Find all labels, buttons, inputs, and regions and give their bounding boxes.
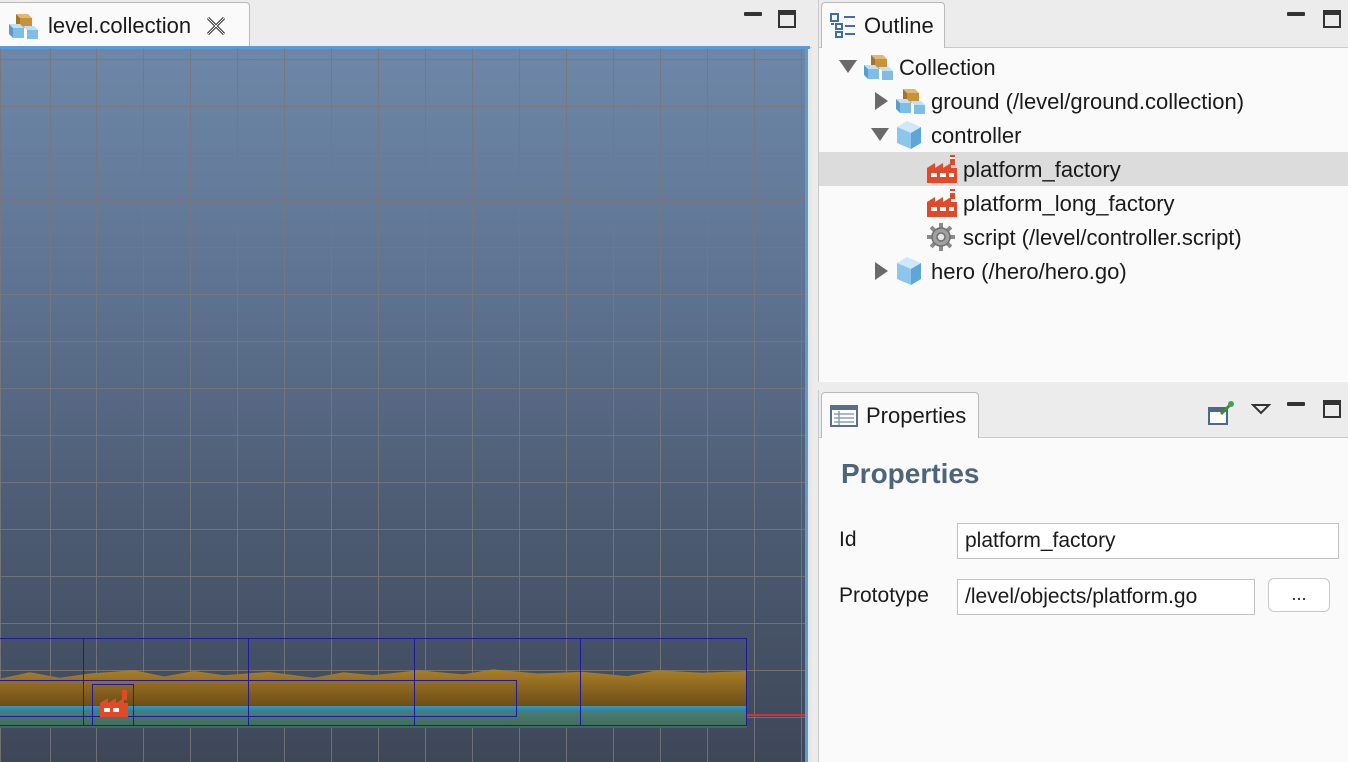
tree-item-label: hero (/hero/hero.go) xyxy=(931,259,1127,284)
editor-pane: level.collection xyxy=(0,0,812,762)
tree-item-label: ground (/level/ground.collection) xyxy=(931,89,1245,114)
prototype-field[interactable] xyxy=(957,579,1255,615)
outline-tree: Collection ground (/level/ground.collect… xyxy=(819,50,1348,288)
id-label: Id xyxy=(839,528,857,551)
minimize-button[interactable] xyxy=(1287,402,1305,406)
collection-icon xyxy=(861,51,893,83)
tab-label: Outline xyxy=(864,12,934,38)
factory-icon xyxy=(925,153,957,185)
tab-label: level.collection xyxy=(48,12,192,38)
maximize-button[interactable] xyxy=(1323,400,1341,418)
prototype-label: Prototype xyxy=(839,584,929,607)
tab-properties[interactable]: Properties xyxy=(821,392,979,438)
collection-icon xyxy=(893,85,925,117)
tree-item-label: platform_long_factory xyxy=(963,191,1175,216)
view-menu-icon[interactable] xyxy=(1250,402,1272,420)
scene-view[interactable] xyxy=(0,49,808,762)
close-icon[interactable] xyxy=(205,15,227,37)
minimize-button[interactable] xyxy=(1287,12,1305,16)
tree-item-label: platform_factory xyxy=(963,157,1121,182)
outline-tabbar: Outline xyxy=(819,0,1348,48)
tree-item-controller[interactable]: controller xyxy=(819,118,1348,152)
game-object-icon xyxy=(893,119,925,151)
expand-toggle[interactable] xyxy=(839,60,857,76)
tree-item-script[interactable]: script (/level/controller.script) xyxy=(819,220,1348,254)
tree-item-label: controller xyxy=(931,123,1022,148)
platform-bounds-box[interactable] xyxy=(0,680,517,717)
properties-title: Properties xyxy=(841,458,980,489)
properties-icon xyxy=(830,404,858,428)
tree-item-ground[interactable]: ground (/level/ground.collection) xyxy=(819,84,1348,118)
expand-toggle[interactable] xyxy=(875,92,891,110)
expand-toggle[interactable] xyxy=(875,262,891,280)
tree-item-collection[interactable]: Collection xyxy=(819,50,1348,84)
maximize-button[interactable] xyxy=(1323,10,1341,28)
collection-icon xyxy=(6,10,40,42)
factory-icon xyxy=(925,187,957,219)
maximize-button[interactable] xyxy=(778,10,796,28)
properties-tabbar: Properties xyxy=(819,390,1348,438)
editor-tabbar: level.collection xyxy=(0,0,812,49)
tab-level-collection[interactable]: level.collection xyxy=(0,2,250,48)
gear-icon xyxy=(925,221,957,253)
minimize-button[interactable] xyxy=(744,12,762,16)
expand-toggle[interactable] xyxy=(871,128,889,144)
browse-button[interactable]: ... xyxy=(1268,578,1330,612)
tree-item-label: script (/level/controller.script) xyxy=(963,225,1242,250)
x-axis-marker xyxy=(747,714,805,716)
outline-icon xyxy=(830,12,856,39)
factory-icon[interactable] xyxy=(98,689,130,719)
properties-panel: Properties Properties Id Prototype ... xyxy=(818,390,1348,762)
game-object-icon xyxy=(893,255,925,287)
outline-panel: Outline Collection ground (/level/ground… xyxy=(818,0,1348,382)
tree-item-platform-factory[interactable]: platform_factory xyxy=(819,152,1348,186)
tab-label: Properties xyxy=(866,402,967,428)
tree-item-platform-long-factory[interactable]: platform_long_factory xyxy=(819,186,1348,220)
ground-segment-box[interactable] xyxy=(580,638,747,726)
tree-item-hero[interactable]: hero (/hero/hero.go) xyxy=(819,254,1348,288)
id-field[interactable] xyxy=(957,523,1339,559)
tab-outline[interactable]: Outline xyxy=(821,2,945,48)
tree-item-label: Collection xyxy=(899,55,996,80)
pin-editor-icon[interactable] xyxy=(1207,400,1235,428)
